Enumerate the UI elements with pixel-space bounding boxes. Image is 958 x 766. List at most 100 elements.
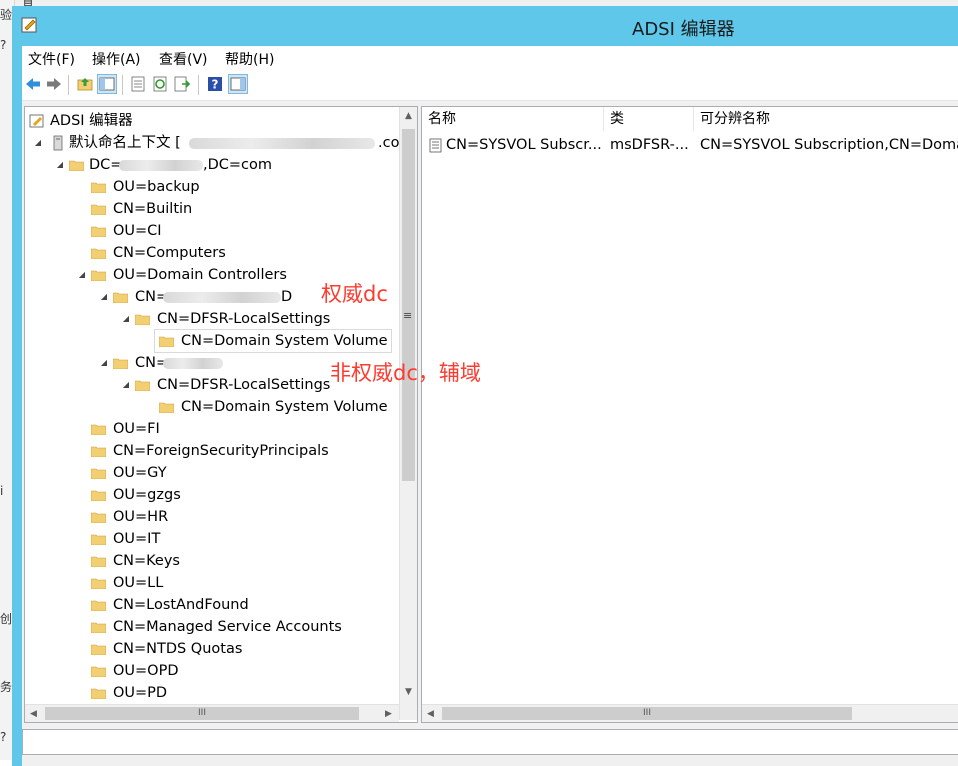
refresh-icon[interactable] [151, 75, 169, 93]
column-class[interactable]: 类 [604, 107, 694, 131]
scroll-right-icon[interactable]: ▶ [380, 705, 397, 722]
list-horizontal-scrollbar[interactable]: ◀ III [422, 704, 958, 722]
folder-icon [91, 424, 106, 435]
menu-file[interactable]: 文件(F) [28, 49, 75, 69]
tree-item-label: CN=Builtin [113, 201, 193, 217]
folder-icon [91, 226, 106, 237]
list-item-class: msDFSR-... [610, 137, 689, 153]
list-hscroll-thumb[interactable]: III [442, 707, 852, 720]
splitter-grip-icon: ≡ [403, 309, 413, 322]
folder-icon [91, 600, 106, 611]
collapse-icon[interactable]: ◢ [33, 132, 43, 154]
collapse-icon[interactable]: ◢ [77, 264, 87, 286]
scroll-left-icon[interactable]: ◀ [422, 705, 439, 722]
scroll-left-icon[interactable]: ◀ [25, 705, 42, 722]
show-hide-action-pane-icon[interactable] [228, 74, 248, 94]
folder-icon [91, 534, 106, 545]
bg-glyph: 创 [0, 612, 13, 626]
tree-item-label: OU=FI [113, 421, 160, 437]
redacted-text [119, 160, 203, 171]
tree-item-label: CN=Managed Service Accounts [113, 619, 342, 635]
scroll-down-icon[interactable]: ▼ [400, 683, 417, 701]
menu-bar: 文件(F) 操作(A) 查看(V) 帮助(H) [22, 46, 958, 70]
collapse-icon[interactable]: ◢ [99, 286, 109, 308]
tree-root-label: ADSI 编辑器 [50, 113, 133, 129]
window-title: ADSI 编辑器 [632, 19, 735, 40]
tree-scroll-thumb[interactable]: ≡ [402, 129, 415, 481]
tree-item-label: OU=backup [113, 179, 200, 195]
folder-icon [159, 402, 174, 413]
collapse-icon[interactable]: ◢ [121, 308, 131, 330]
help-icon[interactable]: ? [206, 75, 224, 93]
list-item[interactable]: CN=SYSVOL Subscr... msDFSR-... CN=SYSVOL… [422, 134, 958, 156]
tree-item-label: OU=CI [113, 223, 162, 239]
tree-dc1-sysvol[interactable]: CN=Domain System Volume [154, 329, 392, 353]
folder-icon [91, 248, 106, 259]
result-list: 名称 类 可分辨名称 CN=SYSVOL Subscr... msDFSR-..… [421, 106, 958, 723]
folder-icon [91, 666, 106, 677]
tree-naming-context[interactable]: ◢ 默认命名上下文 [ .co [33, 132, 413, 154]
adsi-app-icon [21, 17, 37, 33]
tree-domain[interactable]: ◢ DC= ,DC=com [55, 154, 385, 176]
forward-arrow-icon[interactable] [45, 75, 63, 93]
tree-item-label: OU=HR [113, 509, 169, 525]
toolbar-separator [198, 75, 199, 95]
folder-icon [91, 490, 106, 501]
column-dn[interactable]: 可分辨名称 [694, 107, 958, 131]
folder-icon [91, 468, 106, 479]
toolbar-separator [68, 75, 69, 95]
folder-icon [113, 358, 128, 369]
folder-icon [91, 578, 106, 589]
collapse-icon[interactable]: ◢ [121, 374, 131, 396]
adsi-editor-window: ADSI 编辑器 文件(F) 操作(A) 查看(V) 帮助(H) ? ADSI … [12, 6, 958, 766]
tree-hscroll-thumb[interactable]: III [45, 707, 359, 720]
show-hide-tree-icon[interactable] [97, 74, 117, 94]
tree-item-label: CN=NTDS Quotas [113, 641, 243, 657]
toolbar: ? [22, 70, 958, 101]
bg-glyph: ? [0, 730, 7, 744]
folder-icon [91, 446, 106, 457]
column-name[interactable]: 名称 [422, 107, 604, 131]
folder-icon [91, 644, 106, 655]
folder-icon [91, 556, 106, 567]
server-icon [53, 135, 63, 151]
redacted-text [163, 292, 281, 303]
domain-suffix: ,DC=com [203, 157, 273, 173]
menu-view[interactable]: 查看(V) [159, 49, 208, 69]
tree-item-label: CN=LostAndFound [113, 597, 249, 613]
dc1-dfsr-label: CN=DFSR-LocalSettings [157, 311, 331, 327]
tree-item-label: CN=ForeignSecurityPrincipals [113, 443, 329, 459]
folder-icon [91, 204, 106, 215]
menu-action[interactable]: 操作(A) [92, 49, 141, 69]
folder-icon [135, 380, 150, 391]
folder-icon [135, 314, 150, 325]
redacted-text [163, 358, 223, 369]
svg-text:?: ? [212, 78, 219, 92]
properties-icon[interactable] [129, 75, 147, 93]
tree-vertical-scrollbar[interactable]: ▲ ≡ ▼ [399, 107, 417, 720]
collapse-icon[interactable]: ◢ [55, 154, 65, 176]
tree-item-label: CN=Computers [113, 245, 226, 261]
dc1-sysvol-label: CN=Domain System Volume [181, 333, 388, 349]
scroll-up-icon[interactable]: ▲ [400, 107, 417, 125]
content-area: ADSI 编辑器 ◢ 默认命名上下文 [ .co ◢ DC= ,DC=com O… [22, 101, 958, 766]
title-bar[interactable]: ADSI 编辑器 [12, 6, 958, 44]
folder-icon [69, 160, 84, 171]
folder-icon [113, 292, 128, 303]
tree-item-label: OU=IT [113, 531, 161, 547]
tree-item-label: OU=GY [113, 465, 167, 481]
bg-glyph: 验 [0, 8, 13, 22]
folder-icon [91, 512, 106, 523]
back-arrow-icon[interactable] [24, 75, 42, 93]
tree-horizontal-scrollbar[interactable]: ◀ III ▶ [25, 704, 399, 722]
domain-prefix: DC= [89, 157, 123, 173]
folder-icon [91, 182, 106, 193]
tree-item-label: OU=LL [113, 575, 164, 591]
collapse-icon[interactable]: ◢ [99, 352, 109, 374]
export-list-icon[interactable] [173, 75, 191, 93]
up-folder-icon[interactable] [76, 75, 94, 93]
bg-glyph: 务 [0, 680, 13, 694]
naming-context-label: 默认命名上下文 [ [69, 135, 181, 151]
list-item-dn: CN=SYSVOL Subscription,CN=Doma [700, 137, 958, 153]
menu-help[interactable]: 帮助(H) [225, 49, 274, 69]
